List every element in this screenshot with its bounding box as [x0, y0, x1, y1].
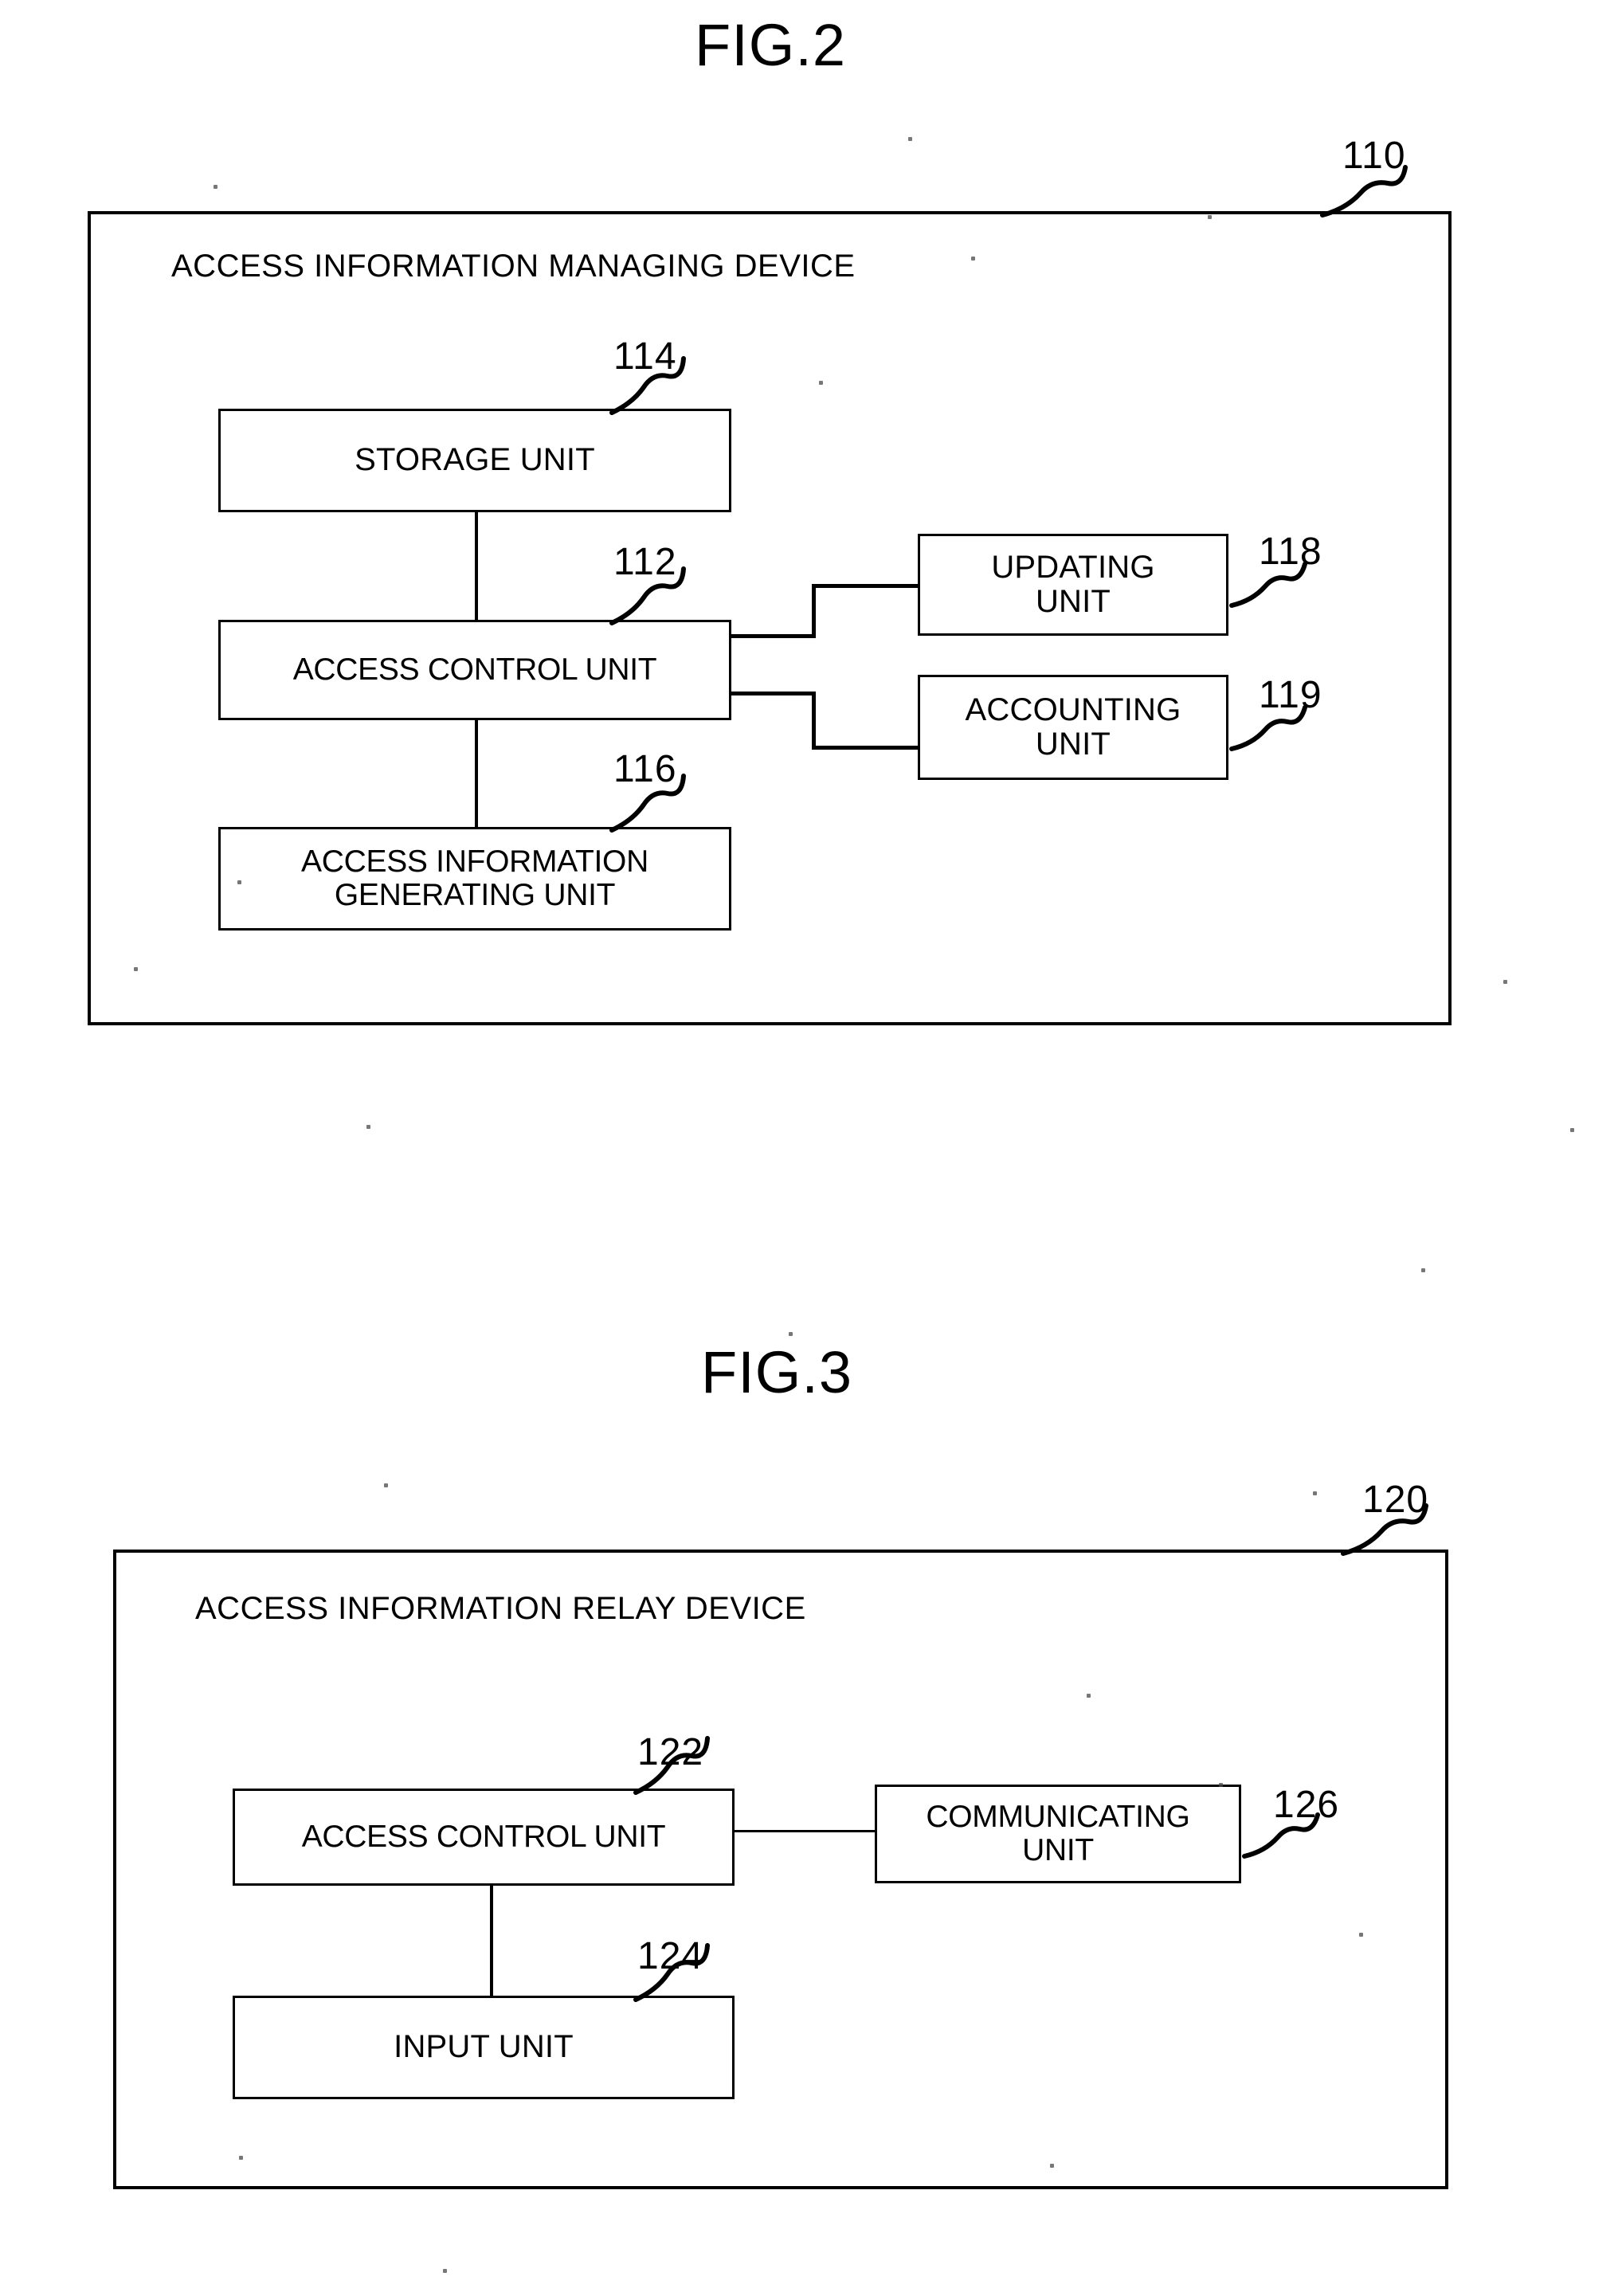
reference-numeral-126: 126	[1273, 1784, 1340, 1826]
block-access-information-generating-unit-label: ACCESS INFORMATION GENERATING UNIT	[301, 844, 648, 912]
block-accounting-unit[interactable]: ACCOUNTING UNIT	[918, 675, 1228, 780]
block-storage-unit-label: STORAGE UNIT	[355, 442, 595, 478]
scan-speck	[1421, 1268, 1425, 1272]
scan-speck	[1503, 980, 1507, 984]
scan-speck	[1050, 2164, 1054, 2168]
reference-numeral-112: 112	[613, 541, 677, 583]
reference-numeral-116: 116	[613, 748, 677, 790]
scan-speck	[819, 381, 823, 385]
block-access-control-unit-relay-label: ACCESS CONTROL UNIT	[301, 1819, 666, 1854]
drawing-sheet: FIG.2 110 ACCESS INFORMATION MANAGING DE…	[0, 0, 1622, 2296]
scan-speck	[384, 1483, 388, 1487]
reference-numeral-124: 124	[637, 1935, 704, 1977]
block-input-unit[interactable]: INPUT UNIT	[233, 1996, 735, 2099]
connector-access-control-to-accounting-seg3	[812, 746, 921, 750]
scan-speck	[908, 137, 912, 141]
block-access-control-unit-label: ACCESS CONTROL UNIT	[292, 652, 657, 687]
scan-speck	[971, 257, 975, 261]
connector-access-control-to-accounting-seg1	[721, 692, 815, 695]
block-access-control-unit[interactable]: ACCESS CONTROL UNIT	[218, 620, 731, 720]
scan-speck	[1208, 215, 1212, 219]
connector-access-control-to-communicating	[733, 1830, 876, 1832]
block-input-unit-label: INPUT UNIT	[394, 2029, 574, 2065]
scan-speck	[1359, 1933, 1363, 1937]
block-updating-unit[interactable]: UPDATING UNIT	[918, 534, 1228, 636]
block-storage-unit[interactable]: STORAGE UNIT	[218, 409, 731, 512]
scan-speck	[443, 2269, 447, 2273]
reference-numeral-114: 114	[613, 335, 677, 378]
block-communicating-unit-label: COMMUNICATING UNIT	[926, 1799, 1190, 1867]
scan-speck	[1313, 1491, 1317, 1495]
block-access-control-unit-relay[interactable]: ACCESS CONTROL UNIT	[233, 1789, 735, 1886]
scan-speck	[1219, 1783, 1223, 1787]
device-heading-access-information-relay-device: ACCESS INFORMATION RELAY DEVICE	[195, 1591, 806, 1626]
scan-speck	[789, 1332, 793, 1336]
block-access-information-generating-unit[interactable]: ACCESS INFORMATION GENERATING UNIT	[218, 827, 731, 931]
block-accounting-unit-label: ACCOUNTING UNIT	[965, 692, 1181, 762]
connector-access-control-to-generating	[475, 717, 478, 832]
scan-speck	[1087, 1694, 1091, 1698]
scan-speck	[214, 185, 217, 189]
connector-access-control-to-accounting-seg2	[812, 692, 816, 749]
scan-speck	[1570, 1128, 1574, 1132]
scan-speck	[366, 1125, 370, 1129]
connector-access-control-to-updating-seg3	[812, 584, 921, 588]
reference-numeral-120: 120	[1362, 1479, 1429, 1521]
scan-speck	[239, 2156, 243, 2160]
reference-numeral-118: 118	[1259, 531, 1322, 573]
block-communicating-unit[interactable]: COMMUNICATING UNIT	[875, 1785, 1241, 1883]
block-updating-unit-label: UPDATING UNIT	[991, 549, 1155, 619]
connector-access-control-to-updating-seg1	[721, 634, 815, 638]
connector-storage-to-access-control	[475, 510, 478, 621]
connector-access-control-to-input	[490, 1876, 493, 1997]
reference-numeral-110: 110	[1342, 135, 1406, 177]
reference-numeral-122: 122	[637, 1731, 704, 1773]
device-heading-access-information-managing-device: ACCESS INFORMATION MANAGING DEVICE	[171, 249, 856, 284]
scan-speck	[237, 880, 241, 884]
figure-title-fig3: FIG.3	[701, 1339, 853, 1405]
figure-title-fig2: FIG.2	[695, 12, 847, 78]
scan-speck	[134, 967, 138, 971]
connector-access-control-to-updating-seg2	[812, 584, 816, 638]
reference-numeral-119: 119	[1259, 674, 1322, 716]
